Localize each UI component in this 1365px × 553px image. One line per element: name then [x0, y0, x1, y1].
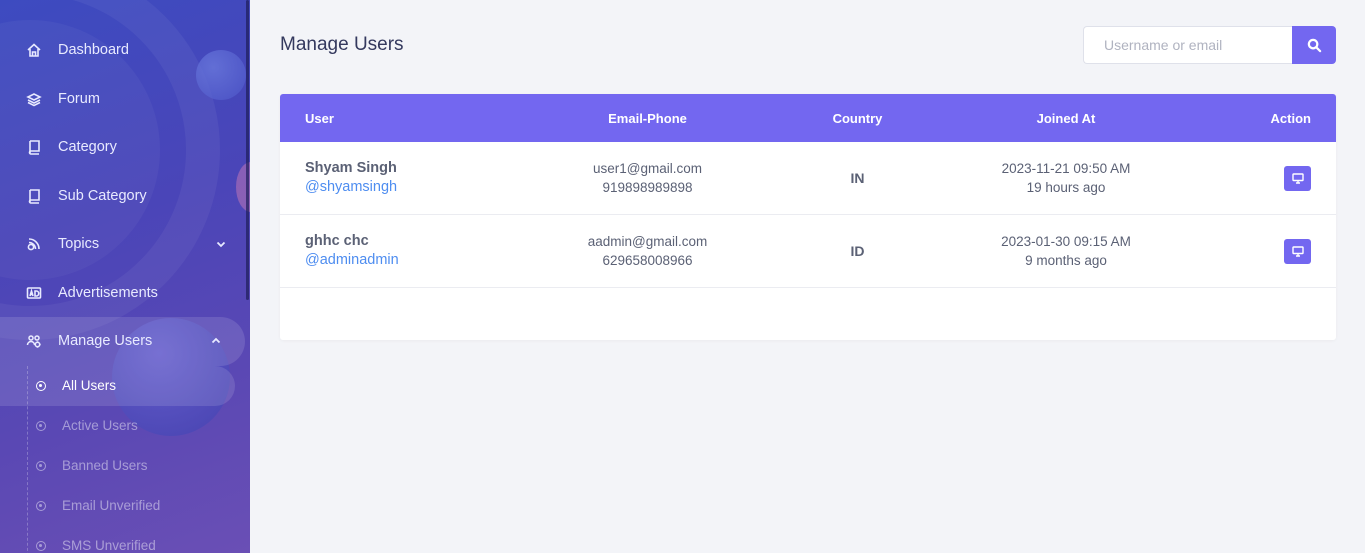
- sidebar-item-label: Manage Users: [58, 333, 153, 350]
- sidebar-item-label: Advertisements: [58, 284, 158, 301]
- user-email: aadmin@gmail.com: [587, 234, 708, 249]
- submenu-item-label: All Users: [62, 378, 117, 393]
- chevron-down-icon: [216, 242, 226, 248]
- column-header-country: Country: [832, 110, 883, 126]
- joined-date: 2023-01-30 09:15 AM: [1001, 234, 1131, 249]
- dot-circle-icon: [36, 380, 46, 391]
- user-handle-link[interactable]: @adminadmin: [305, 252, 399, 268]
- dot-circle-icon: [36, 500, 46, 511]
- joined-relative: 19 hours ago: [1026, 180, 1106, 195]
- table-header: User Email-Phone Country Joined At Actio…: [280, 94, 1336, 142]
- country-cell: ID: [850, 243, 865, 259]
- sidebar-item-label: Dashboard: [58, 42, 129, 59]
- email-phone-cell: aadmin@gmail.com 629658008966: [495, 232, 800, 270]
- submenu-item-label: Active Users: [62, 418, 138, 433]
- chevron-up-icon: [211, 337, 221, 344]
- user-name: Shyam Singh: [305, 160, 397, 176]
- submenu-item-active-users[interactable]: Active Users: [0, 406, 250, 446]
- action-cell: [1217, 238, 1336, 264]
- user-phone: 629658008966: [602, 253, 693, 268]
- search-form: [1083, 26, 1336, 64]
- joined-cell: 2023-01-30 09:15 AM 9 months ago: [915, 232, 1217, 270]
- column-header-joined-at: Joined At: [1036, 110, 1096, 126]
- view-details-button[interactable]: [1284, 238, 1311, 264]
- sidebar: Dashboard Forum Category Sub Category To…: [0, 0, 250, 553]
- sidebar-nav: Dashboard Forum Category Sub Category To…: [0, 26, 250, 553]
- page-title: Manage Users: [280, 34, 404, 55]
- user-cell: Shyam Singh @shyamsingh: [280, 160, 495, 196]
- submenu-item-label: Banned Users: [62, 458, 148, 473]
- home-icon: [25, 41, 43, 59]
- sidebar-item-forum[interactable]: Forum: [0, 75, 250, 124]
- dot-circle-icon: [36, 540, 46, 551]
- ad-icon: [25, 284, 43, 302]
- submenu-item-email-unverified[interactable]: Email Unverified: [0, 486, 250, 526]
- column-header-user: User: [305, 110, 334, 126]
- desktop-icon: [1291, 172, 1304, 184]
- user-handle-link[interactable]: @shyamsingh: [305, 179, 397, 195]
- column-header-action: Action: [1270, 110, 1311, 126]
- topics-icon: [25, 235, 43, 253]
- users-table-card: User Email-Phone Country Joined At Actio…: [280, 94, 1336, 340]
- user-email: user1@gmail.com: [593, 161, 702, 176]
- sidebar-item-label: Sub Category: [58, 187, 147, 204]
- sidebar-item-label: Forum: [58, 90, 100, 107]
- sidebar-item-sub-category[interactable]: Sub Category: [0, 172, 250, 221]
- sidebar-item-topics[interactable]: Topics: [0, 220, 250, 269]
- joined-relative: 9 months ago: [1025, 253, 1107, 268]
- submenu-item-all-users[interactable]: All Users: [0, 365, 235, 406]
- action-cell: [1217, 165, 1336, 191]
- submenu-item-sms-unverified[interactable]: SMS Unverified: [0, 526, 250, 553]
- book-icon: [25, 138, 43, 156]
- email-phone-cell: user1@gmail.com 919898989898: [495, 159, 800, 197]
- submenu-item-label: SMS Unverified: [62, 538, 156, 553]
- sidebar-item-label: Topics: [58, 236, 100, 253]
- user-phone: 919898989898: [602, 180, 693, 195]
- column-header-email-phone: Email-Phone: [608, 110, 687, 126]
- sidebar-item-label: Category: [58, 139, 117, 156]
- table-row: Shyam Singh @shyamsingh user1@gmail.com …: [280, 142, 1336, 215]
- country-cell: IN: [850, 170, 865, 186]
- book-icon: [25, 187, 43, 205]
- table-row: ghhc chc @adminadmin aadmin@gmail.com 62…: [280, 215, 1336, 288]
- sidebar-item-dashboard[interactable]: Dashboard: [0, 26, 250, 75]
- submenu-item-banned-users[interactable]: Banned Users: [0, 446, 250, 486]
- users-cog-icon: [25, 332, 43, 350]
- dot-circle-icon: [36, 420, 46, 431]
- user-cell: ghhc chc @adminadmin: [280, 233, 495, 269]
- desktop-icon: [1291, 245, 1304, 257]
- search-input[interactable]: [1083, 26, 1292, 64]
- joined-cell: 2023-11-21 09:50 AM 19 hours ago: [915, 159, 1217, 197]
- user-name: ghhc chc: [305, 233, 369, 249]
- sidebar-item-advertisements[interactable]: Advertisements: [0, 269, 250, 318]
- joined-date: 2023-11-21 09:50 AM: [1001, 161, 1131, 176]
- search-icon: [1307, 38, 1321, 52]
- search-button[interactable]: [1292, 26, 1336, 64]
- layers-icon: [25, 90, 43, 108]
- sidebar-item-manage-users[interactable]: Manage Users: [0, 317, 245, 366]
- sidebar-item-category[interactable]: Category: [0, 123, 250, 172]
- view-details-button[interactable]: [1284, 165, 1311, 191]
- dot-circle-icon: [36, 460, 46, 471]
- submenu-item-label: Email Unverified: [62, 498, 161, 513]
- manage-users-submenu: All Users Active Users Banned Users Emai…: [0, 365, 250, 553]
